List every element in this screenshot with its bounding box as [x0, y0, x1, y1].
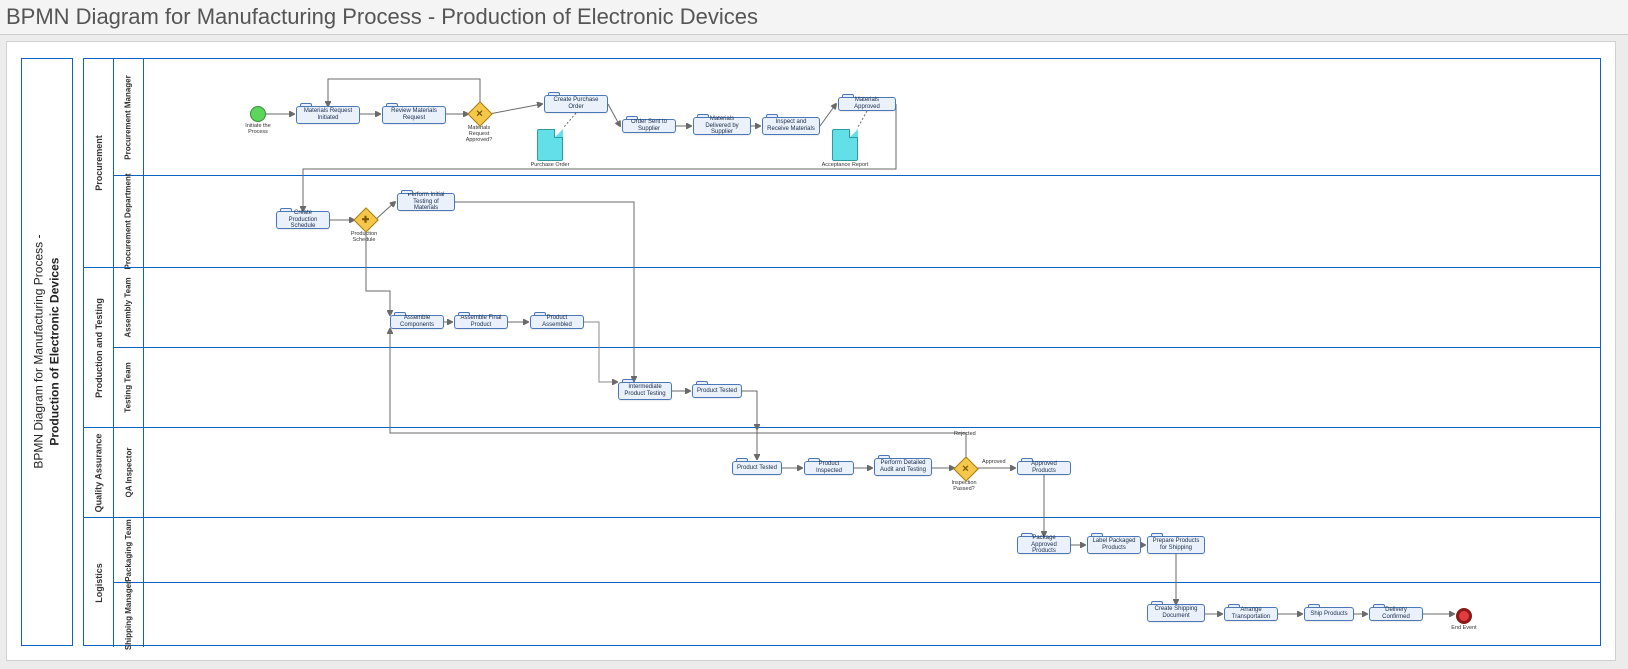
page-title: BPMN Diagram for Manufacturing Process -… — [0, 0, 1628, 35]
group-qa: Quality Assurance — [94, 433, 104, 512]
task-t7[interactable]: Materials Approved — [838, 97, 896, 111]
task-label: Materials Delivered by Supplier — [697, 116, 747, 137]
task-t13[interactable]: Intermediate Product Testing — [618, 382, 672, 400]
task-label: Arrange Transportation — [1228, 607, 1274, 621]
task-t10[interactable]: Assemble Components — [390, 315, 444, 329]
flow-rejected-label: Rejected — [954, 431, 976, 437]
flow-approved-label: Approved — [982, 459, 1006, 465]
end-event[interactable] — [1456, 608, 1472, 624]
task-t15[interactable]: Product Tested — [732, 461, 782, 475]
task-t21[interactable]: Prepare Products for Shipping — [1147, 536, 1205, 554]
task-t20[interactable]: Label Packaged Products — [1087, 536, 1141, 554]
task-label: Materials Request Initiated — [300, 108, 356, 122]
doc-acceptance-report[interactable] — [832, 129, 858, 161]
pool-title: BPMN Diagram for Manufacturing Process -… — [21, 58, 73, 646]
group-column: Procurement Production and Testing Quali… — [84, 59, 114, 645]
group-procurement: Procurement — [94, 135, 104, 191]
lane-body: Initiate the Process End Event Materials… — [144, 59, 1600, 645]
task-label: Materials Approved — [842, 97, 892, 111]
task-label: Product Inspected — [808, 461, 850, 475]
task-t4[interactable]: Order Sent to Supplier — [622, 119, 676, 133]
lane-assembly-team: Assembly Team — [124, 277, 133, 337]
doc-purchase-order-label: Purchase Order — [526, 162, 574, 168]
task-t8[interactable]: Create Production Schedule — [276, 211, 330, 229]
group-logistics: Logistics — [94, 563, 104, 603]
task-label: Create Shipping Document — [1151, 606, 1201, 620]
task-label: Label Packaged Products — [1091, 538, 1137, 552]
task-t9[interactable]: Perform Initial Testing of Materials — [397, 193, 455, 211]
start-event[interactable] — [250, 106, 266, 122]
task-t11[interactable]: Assemble Final Product — [454, 315, 508, 329]
task-t1[interactable]: Materials Request Initiated — [296, 106, 360, 124]
task-label: Prepare Products for Shipping — [1151, 538, 1201, 552]
gateway-inspection-passed-label: Inspection Passed? — [944, 480, 984, 492]
gateway-materials-approved-label: Materials Request Approved? — [459, 125, 499, 143]
connectors — [144, 59, 1604, 647]
task-label: Product Tested — [697, 388, 737, 395]
lane-qa-inspector: QA Inspector — [124, 448, 133, 498]
task-label: Order Sent to Supplier — [626, 119, 672, 133]
lane-packaging-team: Packaging Team — [124, 519, 133, 582]
task-t14[interactable]: Product Tested — [692, 384, 742, 398]
task-label: Create Production Schedule — [280, 210, 326, 231]
task-label: Assemble Final Product — [458, 315, 504, 329]
task-label: Assemble Components — [394, 315, 440, 329]
task-label: Product Assembled — [534, 315, 580, 329]
task-t3[interactable]: Create Purchase Order — [544, 95, 608, 113]
task-label: Perform Detailed Audit and Testing — [878, 460, 928, 474]
task-label: Perform Initial Testing of Materials — [401, 192, 451, 213]
task-label: Delivery Confirmed — [1373, 607, 1419, 621]
task-label: Review Materials Request — [386, 108, 442, 122]
task-t2[interactable]: Review Materials Request — [382, 106, 446, 124]
lane-column: Procurement Manager Procurement Departme… — [114, 59, 144, 645]
task-t5[interactable]: Materials Delivered by Supplier — [693, 117, 751, 135]
lanes-container: Procurement Production and Testing Quali… — [83, 58, 1601, 646]
lane-procurement-manager: Procurement Manager — [124, 75, 133, 159]
task-t25[interactable]: Delivery Confirmed — [1369, 607, 1423, 621]
bpmn-canvas[interactable]: BPMN Diagram for Manufacturing Process -… — [6, 41, 1616, 661]
task-t6[interactable]: Inspect and Receive Materials — [762, 117, 820, 135]
lane-shipping-manager: Shipping Manager — [124, 580, 133, 649]
task-t16[interactable]: Product Inspected — [804, 461, 854, 475]
task-label: Create Purchase Order — [548, 97, 604, 111]
lane-testing-team: Testing Team — [124, 362, 133, 412]
group-production: Production and Testing — [94, 298, 104, 398]
task-label: Package Approved Products — [1021, 535, 1067, 556]
doc-purchase-order[interactable] — [537, 129, 563, 161]
task-t18[interactable]: Approved Products — [1017, 461, 1071, 475]
task-label: Approved Products — [1021, 461, 1067, 475]
task-t24[interactable]: Ship Products — [1304, 607, 1354, 621]
task-label: Ship Products — [1310, 611, 1347, 618]
task-label: Product Tested — [737, 465, 777, 472]
task-label: Intermediate Product Testing — [622, 384, 668, 398]
task-t12[interactable]: Product Assembled — [530, 315, 584, 329]
task-t17[interactable]: Perform Detailed Audit and Testing — [874, 458, 932, 476]
gateway-production-schedule-label: Production Schedule — [344, 231, 384, 243]
task-t23[interactable]: Arrange Transportation — [1224, 607, 1278, 621]
doc-acceptance-report-label: Acceptance Report — [821, 162, 869, 168]
pool-title-line1: BPMN Diagram for Manufacturing Process - — [31, 235, 45, 469]
pool-title-line2: Production of Electronic Devices — [47, 258, 61, 446]
start-event-label: Initiate the Process — [238, 123, 278, 135]
task-t22[interactable]: Create Shipping Document — [1147, 604, 1205, 622]
end-event-label: End Event — [1444, 625, 1484, 631]
task-label: Inspect and Receive Materials — [766, 119, 816, 133]
lane-procurement-dept: Procurement Department — [124, 173, 133, 269]
task-t19[interactable]: Package Approved Products — [1017, 536, 1071, 554]
